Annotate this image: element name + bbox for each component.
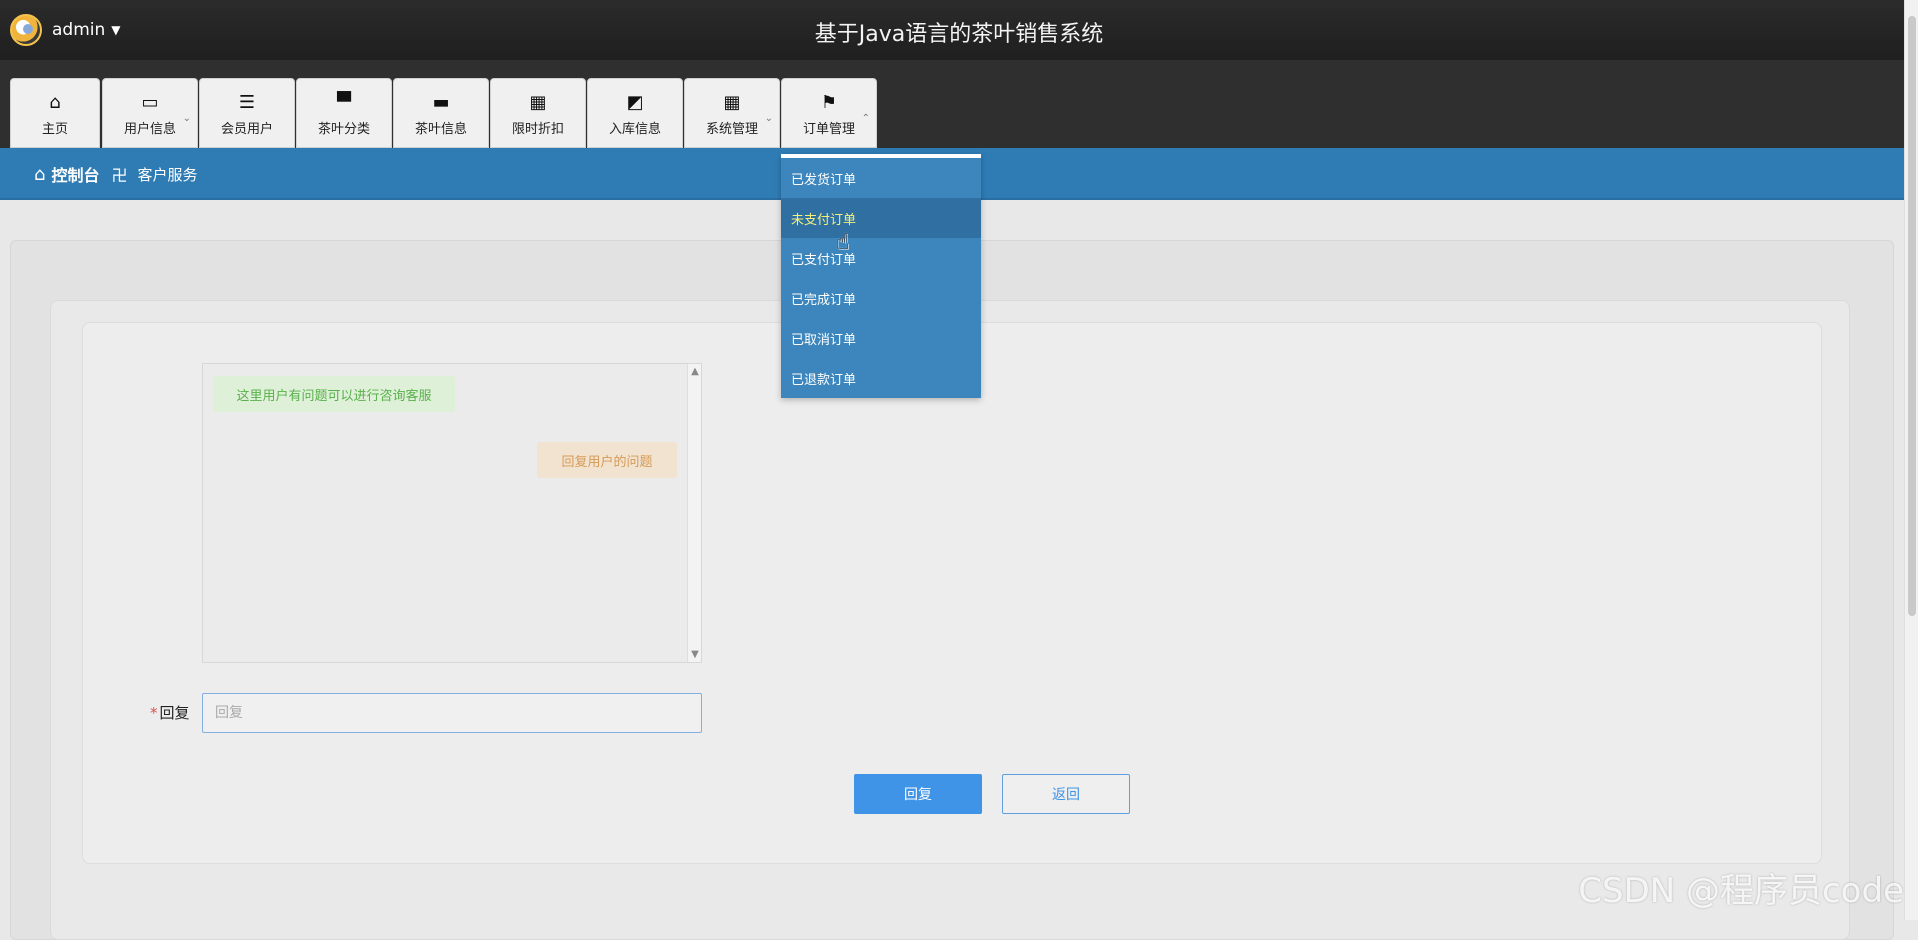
nav-label: 用户信息 (124, 118, 176, 137)
breadcrumb-root[interactable]: 控制台 (51, 162, 99, 186)
main-nav: ⌂ 主页 ▭ 用户信息 ⌄ ☰ 会员用户 ▀ 茶叶分类 ▬ 茶叶信息 ▦ 限时折… (0, 60, 1918, 148)
page-scrollbar[interactable] (1904, 0, 1918, 920)
card-icon: ▭ (141, 94, 158, 112)
flag-icon: ⚑ (821, 94, 837, 112)
nav-label: 茶叶信息 (415, 118, 467, 137)
chevron-up-icon: ⌃ (862, 113, 870, 124)
nav-label: 主页 (42, 118, 68, 137)
reply-label-text: 回复 (160, 704, 190, 722)
nav-item-members[interactable]: ☰ 会员用户 (199, 78, 295, 148)
nav-item-system[interactable]: ▦ 系统管理 ⌄ (684, 78, 780, 148)
chat-icon: ▬ (432, 94, 449, 112)
nav-item-discount[interactable]: ▦ 限时折扣 (490, 78, 586, 148)
scroll-up-icon[interactable]: ▲ (688, 366, 702, 377)
hand-cursor-icon: ☝ (836, 230, 849, 255)
menu-item-refunded-orders[interactable]: 已退款订单 (781, 358, 981, 398)
nav-label: 限时折扣 (512, 118, 564, 137)
watermark: CSDN @程序员code (1578, 863, 1904, 912)
reply-input[interactable] (202, 693, 702, 733)
system-title: 基于Java语言的茶叶销售系统 (0, 16, 1918, 48)
required-icon: * (150, 704, 158, 722)
menu-item-completed-orders[interactable]: 已完成订单 (781, 278, 981, 318)
chat-history[interactable]: 这里用户有问题可以进行咨询客服 回复用户的问题 ▲ ▼ (202, 363, 702, 663)
user-message: 这里用户有问题可以进行咨询客服 (213, 376, 455, 412)
nav-item-home[interactable]: ⌂ 主页 (10, 78, 100, 148)
reply-label: *回复 (150, 702, 190, 723)
grid-icon: ▦ (723, 94, 740, 112)
scrollbar-thumb[interactable] (1908, 16, 1916, 616)
menu-item-paid-orders[interactable]: 已支付订单 (781, 238, 981, 278)
nav-label: 茶叶分类 (318, 118, 370, 137)
list-icon: ☰ (239, 94, 255, 112)
nav-item-tea-category[interactable]: ▀ 茶叶分类 (296, 78, 392, 148)
chevron-down-icon: ⌄ (765, 113, 773, 124)
menu-item-cancelled-orders[interactable]: 已取消订单 (781, 318, 981, 358)
breadcrumb-current: 客户服务 (137, 164, 197, 185)
home-icon: ⌂ (34, 164, 45, 185)
menu-item-shipped-orders[interactable]: 已发货订单 (781, 158, 981, 198)
reply-button[interactable]: 回复 (854, 774, 982, 814)
nav-item-stock-in[interactable]: ◩ 入库信息 (587, 78, 683, 148)
nav-label: 会员用户 (221, 118, 273, 137)
separator-icon: 卍 (111, 162, 127, 186)
nav-label: 系统管理 (706, 118, 758, 137)
grid-icon: ▦ (529, 94, 546, 112)
scroll-down-icon[interactable]: ▼ (688, 649, 702, 660)
admin-message: 回复用户的问题 (537, 442, 677, 478)
monitor-icon: ▀ (337, 94, 351, 112)
nav-label: 订单管理 (803, 118, 855, 137)
orders-dropdown: 已发货订单 未支付订单 已支付订单 已完成订单 已取消订单 已退款订单 (781, 154, 981, 398)
chevron-down-icon: ⌄ (183, 113, 191, 124)
top-bar: admin ▼ 基于Java语言的茶叶销售系统 (0, 0, 1918, 60)
nav-item-user-info[interactable]: ▭ 用户信息 ⌄ (102, 78, 198, 148)
nav-item-orders[interactable]: ⚑ 订单管理 ⌃ (781, 78, 877, 148)
wallet-icon: ◩ (626, 94, 643, 112)
menu-item-unpaid-orders[interactable]: 未支付订单 (781, 198, 981, 238)
nav-item-tea-info[interactable]: ▬ 茶叶信息 (393, 78, 489, 148)
home-icon: ⌂ (49, 94, 60, 112)
chat-scrollbar[interactable]: ▲ ▼ (687, 364, 701, 662)
nav-label: 入库信息 (609, 118, 661, 137)
back-button[interactable]: 返回 (1002, 774, 1130, 814)
